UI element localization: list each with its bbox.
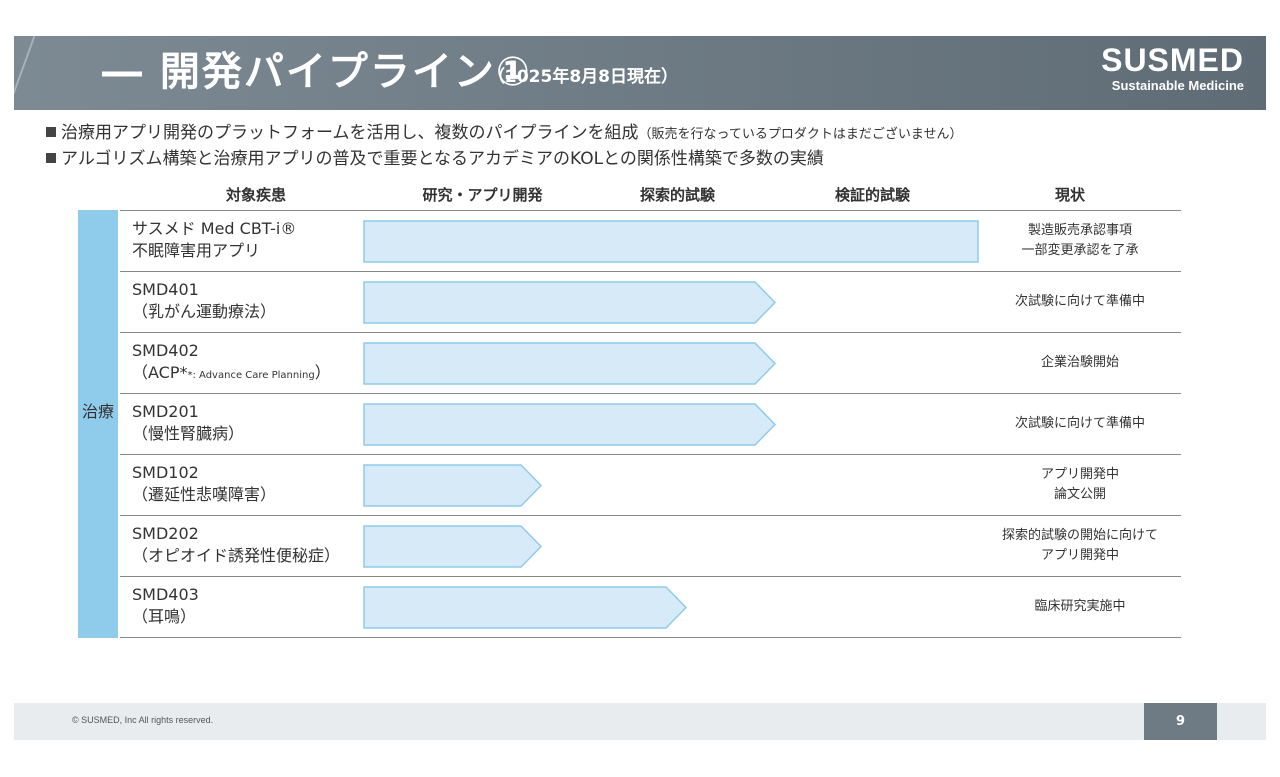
row-product-line1: SMD402 (132, 341, 199, 360)
progress-bar (363, 403, 777, 446)
pipeline-row: サスメド Med CBT-i® 不眠障害用アプリ 製造販売承認事項 一部変更承認… (120, 210, 1181, 271)
row-status-line1: アプリ開発中 (1040, 466, 1119, 482)
row-status-line2: 一部変更承認を了承 (1021, 242, 1139, 258)
row-product-name: SMD202 （オピオイド誘発性便秘症） (132, 523, 340, 570)
row-product-name: SMD102 （遷延性悲嘆障害） (132, 462, 276, 509)
progress-bar (363, 586, 688, 629)
row-product-line2: （慢性腎臓病） (132, 424, 245, 443)
row-product-line1: SMD201 (132, 402, 199, 421)
row-status-line1: 探索的試験の開始に向けて (1001, 527, 1158, 543)
row-product-line2: （耳鳴） (132, 607, 197, 626)
progress-bar (363, 220, 979, 263)
row-product-name: SMD402 （ACP**: Advance Care Planning） (132, 340, 331, 387)
progress-bar (363, 342, 777, 385)
row-product-line1: SMD401 (132, 280, 199, 299)
bullet-text: アルゴリズム構築と治療用アプリの普及で重要となるアカデミアのKOLとの関係性構築… (61, 149, 824, 169)
row-product-line2: （乳がん運動療法） (132, 302, 277, 321)
bullet-square-icon (46, 127, 56, 137)
row-status: 企業治験開始 (970, 332, 1190, 393)
progress-arrow (363, 586, 688, 629)
header-banner: ― 開発パイプライン① （2025年8月8日現在） SUSMED Sustain… (6, 36, 1266, 110)
logo-tagline: Sustainable Medicine (1111, 78, 1244, 93)
bullet-square-icon (46, 153, 56, 163)
logo-wordmark: SUSMED (1101, 42, 1244, 78)
row-status-line2: アプリ開発中 (1040, 547, 1119, 563)
row-product-line2: （ACP**: Advance Care Planning） (132, 363, 331, 382)
page-number: 9 (1144, 703, 1217, 740)
row-product-name: SMD401 （乳がん運動療法） (132, 279, 276, 326)
row-status: アプリ開発中 論文公開 (970, 454, 1190, 515)
progress-bar-fill (363, 220, 979, 263)
col-header-research: 研究・アプリ開発 (422, 186, 543, 204)
col-header-exploratory: 探索的試験 (639, 186, 715, 204)
row-product-line2: 不眠障害用アプリ (132, 241, 261, 260)
row-product-line1: SMD403 (132, 585, 199, 604)
row-product-line1: サスメド Med CBT-i® (132, 219, 297, 238)
row-product-name: SMD403 （耳鳴） (132, 584, 199, 631)
page-subtitle: （2025年8月8日現在） (488, 67, 678, 87)
row-status: 次試験に向けて準備中 (970, 271, 1190, 332)
pipeline-row: SMD402 （ACP**: Advance Care Planning） 企業… (120, 332, 1181, 393)
bullet-text: 治療用アプリ開発のプラットフォームを活用し、複数のパイプラインを組成 (61, 123, 639, 143)
pipeline-row: SMD102 （遷延性悲嘆障害） アプリ開発中 論文公開 (120, 454, 1181, 515)
header-decoration (6, 36, 36, 110)
bullet-1: 治療用アプリ開発のプラットフォームを活用し、複数のパイプラインを組成（販売を行な… (46, 118, 962, 143)
pipeline-row: SMD202 （オピオイド誘発性便秘症） 探索的試験の開始に向けて アプリ開発中 (120, 515, 1181, 576)
bullet-2: アルゴリズム構築と治療用アプリの普及で重要となるアカデミアのKOLとの関係性構築… (46, 144, 824, 169)
bullet-note: （販売を行なっているプロダクトはまだございません） (638, 127, 963, 142)
category-label: 治療 (81, 402, 114, 421)
progress-arrow (363, 281, 777, 324)
row-status: 次試験に向けて準備中 (970, 393, 1190, 454)
row-status-line1: 企業治験開始 (1040, 354, 1119, 370)
progress-arrow (363, 464, 543, 507)
progress-bar (363, 281, 777, 324)
row-product-line2: （遷延性悲嘆障害） (132, 485, 277, 504)
pipeline-row: SMD403 （耳鳴） 臨床研究実施中 (120, 576, 1181, 637)
row-status: 探索的試験の開始に向けて アプリ開発中 (970, 515, 1190, 576)
copyright: © SUSMED, Inc All rights reserved. (72, 715, 214, 725)
row-status: 製造販売承認事項 一部変更承認を了承 (970, 210, 1190, 271)
table-divider (120, 637, 1181, 638)
progress-bar (363, 525, 543, 568)
row-product-line1: SMD102 (132, 463, 199, 482)
row-product-line1: SMD202 (132, 524, 199, 543)
row-status-line2: 論文公開 (1053, 486, 1106, 502)
col-header-status: 現状 (1054, 186, 1085, 204)
progress-arrow (363, 525, 543, 568)
pipeline-row: SMD201 （慢性腎臓病） 次試験に向けて準備中 (120, 393, 1181, 454)
company-logo: SUSMED Sustainable Medicine (1101, 42, 1244, 94)
row-product-name: SMD201 （慢性腎臓病） (132, 401, 244, 448)
row-status: 臨床研究実施中 (970, 576, 1190, 637)
row-status-line1: 次試験に向けて準備中 (1014, 415, 1145, 431)
footer: © SUSMED, Inc All rights reserved. 9 (14, 703, 1266, 740)
row-product-line2: （オピオイド誘発性便秘症） (132, 546, 341, 565)
pipeline-row: SMD401 （乳がん運動療法） 次試験に向けて準備中 (120, 271, 1181, 332)
row-status-line1: 臨床研究実施中 (1034, 598, 1126, 614)
progress-bar (363, 464, 543, 507)
progress-arrow (363, 342, 777, 385)
row-status-line1: 次試験に向けて準備中 (1014, 293, 1145, 309)
row-product-name: サスメド Med CBT-i® 不眠障害用アプリ (132, 218, 296, 265)
row-status-line1: 製造販売承認事項 (1027, 222, 1132, 238)
page-title: ― 開発パイプライン① (102, 49, 532, 95)
col-header-confirmatory: 検証的試験 (834, 186, 910, 204)
col-header-disease: 対象疾患 (225, 186, 286, 204)
progress-arrow (363, 403, 777, 446)
category-bar (78, 210, 118, 638)
